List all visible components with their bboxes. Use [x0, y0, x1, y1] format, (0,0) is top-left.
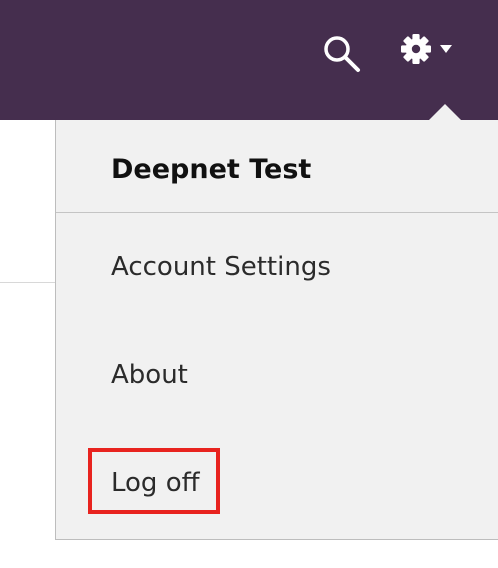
user-name-heading: Deepnet Test [111, 154, 312, 185]
menu-divider [56, 212, 498, 213]
settings-menu-button[interactable] [396, 28, 458, 74]
caret-down-icon [440, 45, 452, 53]
menu-item-account-settings[interactable]: Account Settings [111, 252, 331, 282]
menu-item-about[interactable]: About [111, 360, 188, 390]
log-off-highlight-box [88, 448, 220, 514]
page-divider [0, 282, 56, 283]
search-button[interactable] [318, 30, 364, 76]
search-icon [324, 36, 360, 72]
dropdown-pointer [428, 104, 462, 121]
gear-icon [401, 34, 431, 64]
top-bar [0, 0, 498, 120]
